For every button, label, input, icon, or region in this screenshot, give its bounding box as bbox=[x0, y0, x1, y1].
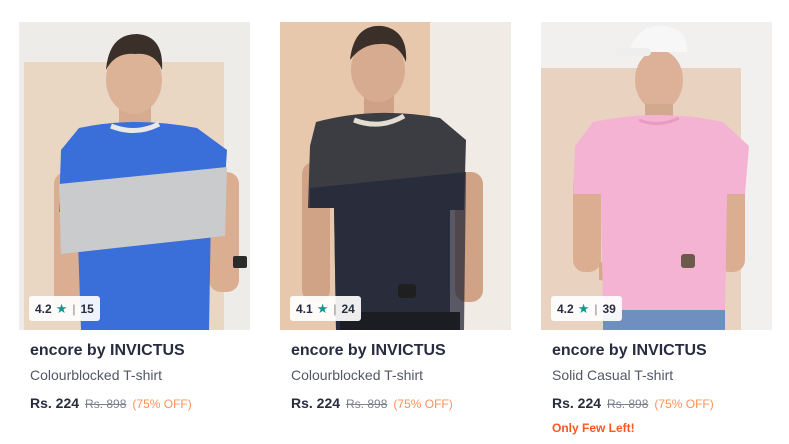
rating-badge: 4.2 ★ | 39 bbox=[551, 296, 622, 321]
product-brand[interactable]: encore by INVICTUS bbox=[291, 342, 446, 360]
rating-count: 24 bbox=[341, 301, 355, 316]
rating-value: 4.2 bbox=[35, 301, 52, 316]
price-row: Rs. 224 Rs. 898 (75% OFF) bbox=[291, 395, 453, 411]
product-photo bbox=[19, 22, 250, 330]
rating-count: 39 bbox=[602, 301, 616, 316]
star-icon: ★ bbox=[316, 300, 329, 316]
product-name[interactable]: Colourblocked T-shirt bbox=[30, 367, 162, 383]
rating-count: 15 bbox=[80, 301, 94, 316]
product-photo bbox=[541, 22, 772, 330]
product-name[interactable]: Solid Casual T-shirt bbox=[552, 367, 673, 383]
discount-percent: (75% OFF) bbox=[132, 397, 192, 411]
original-price: Rs. 898 bbox=[346, 397, 388, 411]
product-card[interactable]: 4.2 ★ | 15 encore by INVICTUS Colourbloc… bbox=[19, 22, 250, 444]
product-brand[interactable]: encore by INVICTUS bbox=[552, 342, 707, 360]
rating-separator: | bbox=[72, 301, 76, 316]
product-grid: 4.2 ★ | 15 encore by INVICTUS Colourbloc… bbox=[0, 0, 789, 444]
rating-separator: | bbox=[333, 301, 337, 316]
original-price: Rs. 898 bbox=[607, 397, 649, 411]
rating-separator: | bbox=[594, 301, 598, 316]
discounted-price: Rs. 224 bbox=[552, 395, 602, 411]
rating-value: 4.1 bbox=[296, 301, 313, 316]
star-icon: ★ bbox=[55, 300, 68, 316]
product-photo bbox=[280, 22, 511, 330]
discounted-price: Rs. 224 bbox=[291, 395, 341, 411]
original-price: Rs. 898 bbox=[85, 397, 127, 411]
stock-note: Only Few Left! bbox=[552, 421, 635, 435]
rating-badge: 4.2 ★ | 15 bbox=[29, 296, 100, 321]
product-image[interactable]: 4.1 ★ | 24 bbox=[280, 22, 511, 330]
price-row: Rs. 224 Rs. 898 (75% OFF) bbox=[30, 395, 192, 411]
product-brand[interactable]: encore by INVICTUS bbox=[30, 342, 185, 360]
product-card[interactable]: 4.1 ★ | 24 encore by INVICTUS Colourbloc… bbox=[280, 22, 511, 444]
discount-percent: (75% OFF) bbox=[393, 397, 453, 411]
discount-percent: (75% OFF) bbox=[654, 397, 714, 411]
price-row: Rs. 224 Rs. 898 (75% OFF) bbox=[552, 395, 714, 411]
product-image[interactable]: 4.2 ★ | 39 bbox=[541, 22, 772, 330]
product-card[interactable]: 4.2 ★ | 39 encore by INVICTUS Solid Casu… bbox=[541, 22, 772, 444]
star-icon: ★ bbox=[577, 300, 590, 316]
rating-badge: 4.1 ★ | 24 bbox=[290, 296, 361, 321]
product-name[interactable]: Colourblocked T-shirt bbox=[291, 367, 423, 383]
product-image[interactable]: 4.2 ★ | 15 bbox=[19, 22, 250, 330]
discounted-price: Rs. 224 bbox=[30, 395, 80, 411]
rating-value: 4.2 bbox=[557, 301, 574, 316]
